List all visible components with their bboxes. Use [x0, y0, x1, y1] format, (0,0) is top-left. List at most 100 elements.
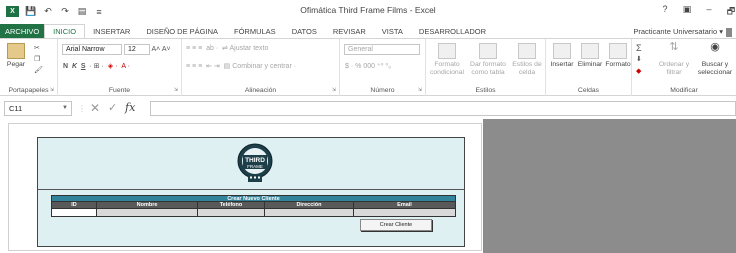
dialog-launcher-icon[interactable]: ⇲ — [174, 87, 178, 93]
tab-datos[interactable]: DATOS — [284, 24, 325, 39]
format-as-table-button[interactable]: Dar formato como tabla — [468, 43, 508, 77]
chevron-down-icon[interactable]: ▼ — [62, 102, 68, 115]
cancel-icon[interactable]: ✕ — [90, 101, 100, 115]
tab-insertar[interactable]: INSERTAR — [85, 24, 138, 39]
percent-button[interactable]: % — [355, 63, 361, 70]
currency-button[interactable]: $ — [345, 63, 349, 70]
wrap-text-icon[interactable]: ⇌ — [220, 45, 228, 52]
tab-desarrollador[interactable]: DESARROLLADOR — [411, 24, 494, 39]
merge-icon[interactable]: ▤ — [222, 63, 231, 70]
tab-inicio[interactable]: INICIO — [44, 24, 86, 39]
group-styles: Formato condicional Dar formato como tab… — [426, 39, 546, 96]
restore-button[interactable]: 🗗 — [726, 4, 736, 20]
paste-icon — [7, 43, 25, 59]
tab-vista[interactable]: VISTA — [374, 24, 411, 39]
window-controls: ? ▣ – 🗗 — [660, 4, 736, 20]
cell-styles-icon — [518, 43, 536, 59]
delete-button[interactable]: Eliminar — [576, 43, 604, 69]
bold-button[interactable]: N — [63, 63, 68, 70]
borders-icon[interactable]: · ⊞ · — [88, 63, 103, 70]
italic-button[interactable]: K — [72, 63, 77, 70]
underline-button[interactable]: S — [81, 63, 86, 70]
cells-group-label: Celdas — [577, 87, 600, 94]
telefono-input[interactable] — [198, 209, 265, 216]
dialog-launcher-icon[interactable]: ⇲ — [50, 87, 54, 93]
font-size-select[interactable]: 12 — [123, 44, 150, 55]
enter-icon[interactable]: ✓ — [108, 101, 117, 114]
increase-indent-icon[interactable]: ⇥ — [214, 63, 220, 70]
group-clipboard: Pegar ✂ ❐ 🖌 Portapapeles ⇲ — [0, 39, 58, 96]
id-input[interactable] — [52, 209, 97, 216]
cell-styles-label: Estilos de celda — [512, 61, 542, 76]
tab-archivo[interactable]: ARCHIVO — [0, 24, 45, 39]
format-cells-icon — [609, 43, 627, 59]
thousands-button[interactable]: 000 — [363, 63, 375, 70]
font-group-label: Fuente — [108, 87, 131, 94]
increase-decimal-icon[interactable]: ⁺⁰ — [377, 63, 384, 70]
cell-styles-button[interactable]: Estilos de celda — [510, 43, 544, 77]
font-color-icon[interactable]: A · — [119, 63, 130, 70]
help-button[interactable]: ? — [660, 4, 670, 20]
delete-label: Eliminar — [577, 61, 603, 68]
email-input[interactable] — [354, 209, 456, 216]
direccion-input[interactable] — [265, 209, 354, 216]
table-title: Crear Nuevo Cliente — [51, 195, 456, 202]
align-bottom-icon[interactable]: ≡ — [198, 45, 202, 52]
cut-icon[interactable]: ✂ — [34, 44, 40, 52]
group-alignment: ≡ ≡ ≡ ab · ⇌ Ajustar texto ≡ ≡ ≡ ⇤ ⇥ ▤ C… — [182, 39, 340, 96]
shrink-font-icon[interactable]: A˅ — [162, 46, 171, 53]
title-bar: X 💾 ↶ ↷ ▤ ≡ Ofimática Third Frame Films … — [0, 0, 736, 24]
decrease-indent-icon[interactable]: ⇤ — [204, 63, 212, 70]
dialog-launcher-icon[interactable]: ⇲ — [332, 87, 336, 93]
insert-label: Insertar — [550, 61, 574, 68]
align-top-icon[interactable]: ≡ — [186, 45, 190, 52]
merge-center-button[interactable]: Combinar y centrar — [232, 63, 292, 70]
align-right-icon[interactable]: ≡ — [198, 63, 202, 70]
align-center-icon[interactable]: ≡ — [192, 63, 196, 70]
find-select-button[interactable]: ◉ Buscar y seleccionar — [694, 42, 736, 77]
column-header-telefono: Teléfono — [198, 202, 265, 208]
tab-revisar[interactable]: REVISAR — [325, 24, 374, 39]
name-box-value: C11 — [9, 104, 23, 113]
fill-color-icon[interactable]: ◈ · — [106, 63, 118, 70]
autosum-icon[interactable]: Σ — [636, 43, 642, 53]
user-name: Practicante Universatario — [633, 27, 718, 36]
fill-icon[interactable]: ⬇ — [636, 55, 642, 63]
dialog-launcher-icon[interactable]: ⇲ — [418, 87, 422, 93]
ribbon-tabs: ARCHIVO INICIO INSERTAR DISEÑO DE PÁGINA… — [0, 24, 736, 39]
formula-input[interactable] — [150, 101, 736, 116]
clear-icon[interactable]: ◆ — [636, 67, 641, 75]
avatar — [726, 27, 732, 37]
table-header-row: ID Nombre Teléfono Dirección Email — [51, 202, 456, 209]
align-middle-icon[interactable]: ≡ — [192, 45, 196, 52]
ribbon-display-button[interactable]: ▣ — [682, 4, 692, 20]
create-client-button[interactable]: Crear Cliente — [360, 219, 432, 231]
wrap-text-button[interactable]: Ajustar texto — [229, 45, 268, 52]
grow-font-icon[interactable]: A˄ — [152, 46, 161, 53]
client-form: THIRD FRAME Crear Nuevo Cliente ID Nombr… — [37, 137, 465, 247]
column-header-id: ID — [52, 202, 97, 208]
decrease-decimal-icon[interactable]: ⁰₀ — [385, 63, 391, 70]
sort-filter-button[interactable]: ⇅ Ordenar y filtrar — [654, 42, 694, 77]
align-left-icon[interactable]: ≡ — [186, 63, 190, 70]
nombre-input[interactable] — [97, 209, 198, 216]
format-painter-icon[interactable]: 🖌 — [34, 66, 43, 74]
conditional-format-button[interactable]: Formato condicional — [428, 43, 466, 77]
form-grid: Crear Nuevo Cliente ID Nombre Teléfono D… — [38, 190, 464, 246]
name-box[interactable]: C11 ▼ — [4, 101, 72, 116]
insert-button[interactable]: Insertar — [548, 43, 576, 69]
format-button[interactable]: Formato — [604, 43, 632, 69]
tab-formulas[interactable]: FÓRMULAS — [226, 24, 284, 39]
insert-function-button[interactable]: fx — [125, 101, 135, 114]
tab-diseno-pagina[interactable]: DISEÑO DE PÁGINA — [138, 24, 226, 39]
delete-cells-icon — [581, 43, 599, 59]
svg-text:THIRD: THIRD — [245, 157, 265, 164]
user-account[interactable]: Practicante Universatario ▾ — [633, 27, 732, 37]
paste-button[interactable]: Pegar — [4, 43, 28, 69]
third-frame-logo: THIRD FRAME — [237, 143, 273, 182]
font-name-select[interactable]: Arial Narrow — [62, 44, 122, 55]
copy-icon[interactable]: ❐ — [34, 55, 40, 63]
number-format-select[interactable]: General — [344, 44, 420, 55]
minimize-button[interactable]: – — [704, 4, 714, 20]
orientation-icon[interactable]: ab · — [204, 45, 218, 52]
